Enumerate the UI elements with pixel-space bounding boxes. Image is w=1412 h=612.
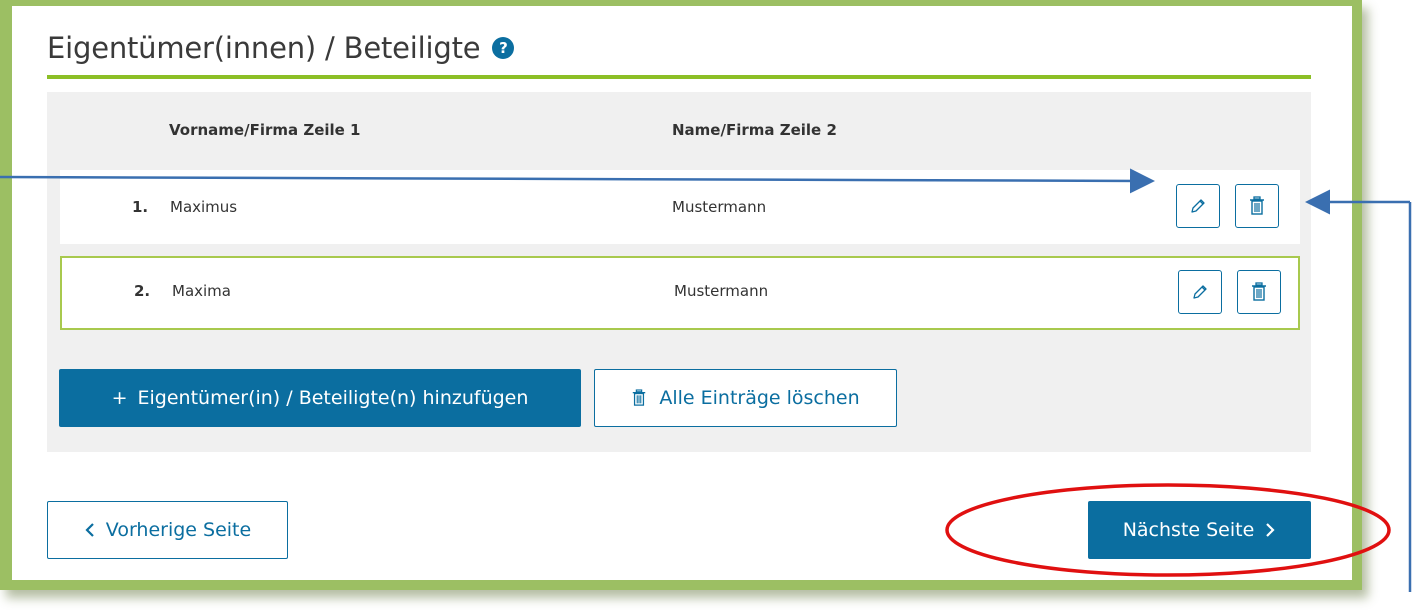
- previous-page-button[interactable]: Vorherige Seite: [47, 501, 288, 559]
- page-title: Eigentümer(innen) / Beteiligte: [47, 31, 481, 65]
- section-heading: Eigentümer(innen) / Beteiligte ?: [47, 20, 515, 76]
- edit-row-button[interactable]: [1176, 184, 1220, 228]
- column-header-first-name: Vorname/Firma Zeile 1: [169, 121, 361, 139]
- next-page-label: Nächste Seite: [1122, 519, 1255, 541]
- add-owner-label: Eigentümer(in) / Beteiligte(n) hinzufüge…: [137, 387, 529, 409]
- chevron-right-icon: [1266, 523, 1275, 537]
- last-name-cell: Mustermann: [672, 198, 767, 216]
- first-name-cell: Maxima: [172, 282, 231, 300]
- edit-row-button[interactable]: [1178, 270, 1222, 314]
- row-number: 2.: [134, 282, 151, 300]
- help-icon[interactable]: ?: [492, 37, 515, 59]
- previous-page-label: Vorherige Seite: [105, 519, 252, 541]
- delete-all-label: Alle Einträge löschen: [659, 387, 860, 409]
- pencil-icon: [1193, 285, 1207, 299]
- delete-row-button[interactable]: [1235, 184, 1279, 228]
- row-number: 1.: [132, 198, 149, 216]
- delete-row-button[interactable]: [1237, 270, 1281, 314]
- next-page-button[interactable]: Nächste Seite: [1088, 501, 1311, 559]
- first-name-cell: Maximus: [170, 198, 238, 216]
- chevron-left-icon: [85, 523, 94, 537]
- trash-icon: [1250, 196, 1264, 215]
- trash-icon: [1252, 282, 1266, 301]
- delete-all-button[interactable]: Alle Einträge löschen: [594, 369, 897, 427]
- table-row: 2. Maxima Mustermann: [60, 256, 1300, 330]
- pencil-icon: [1191, 199, 1205, 213]
- plus-icon: +: [111, 387, 128, 409]
- column-header-last-name: Name/Firma Zeile 2: [672, 121, 837, 139]
- heading-divider: [47, 75, 1311, 79]
- add-owner-button[interactable]: + Eigentümer(in) / Beteiligte(n) hinzufü…: [59, 369, 581, 427]
- table-row: 1. Maximus Mustermann: [60, 170, 1300, 244]
- trash-icon: [633, 389, 646, 406]
- last-name-cell: Mustermann: [674, 282, 769, 300]
